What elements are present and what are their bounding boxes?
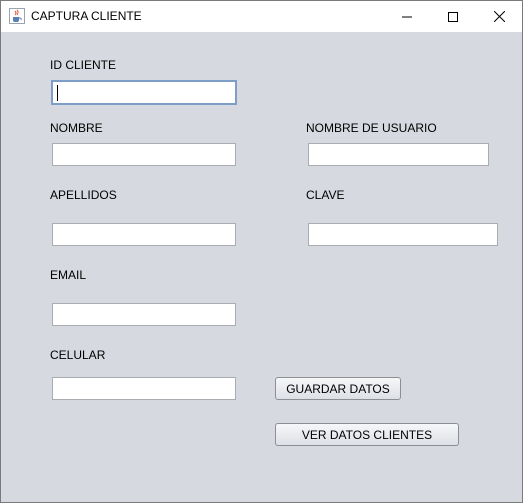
maximize-icon [448, 11, 458, 22]
celular-label: CELULAR [50, 348, 106, 362]
guardar-datos-button[interactable]: GUARDAR DATOS [275, 377, 401, 400]
id-cliente-input[interactable] [51, 80, 237, 105]
apellidos-label: APELLIDOS [50, 188, 117, 202]
title-bar[interactable]: CAPTURA CLIENTE [1, 1, 522, 32]
nombre-usuario-input[interactable] [308, 143, 489, 166]
email-input[interactable] [52, 303, 236, 326]
nombre-usuario-label: NOMBRE DE USUARIO [306, 121, 437, 135]
clave-input[interactable] [308, 223, 498, 246]
id-cliente-label: ID CLIENTE [50, 58, 117, 72]
clave-label: CLAVE [306, 188, 345, 202]
java-cup-icon [9, 8, 25, 24]
captura-cliente-window: CAPTURA CLIENTE ID CLIENTE NOMBRE NOMBRE… [0, 0, 523, 503]
celular-input[interactable] [52, 377, 236, 400]
ver-datos-clientes-button[interactable]: VER DATOS CLIENTES [275, 423, 459, 446]
apellidos-input[interactable] [52, 223, 236, 246]
maximize-button[interactable] [430, 1, 476, 32]
nombre-input[interactable] [52, 143, 236, 166]
email-label: EMAIL [50, 268, 87, 282]
window-title: CAPTURA CLIENTE [31, 9, 142, 23]
minimize-button[interactable] [384, 1, 430, 32]
close-icon [493, 11, 505, 22]
minimize-icon [402, 16, 412, 17]
close-button[interactable] [476, 1, 522, 32]
text-caret [57, 85, 58, 101]
nombre-label: NOMBRE [50, 121, 103, 135]
